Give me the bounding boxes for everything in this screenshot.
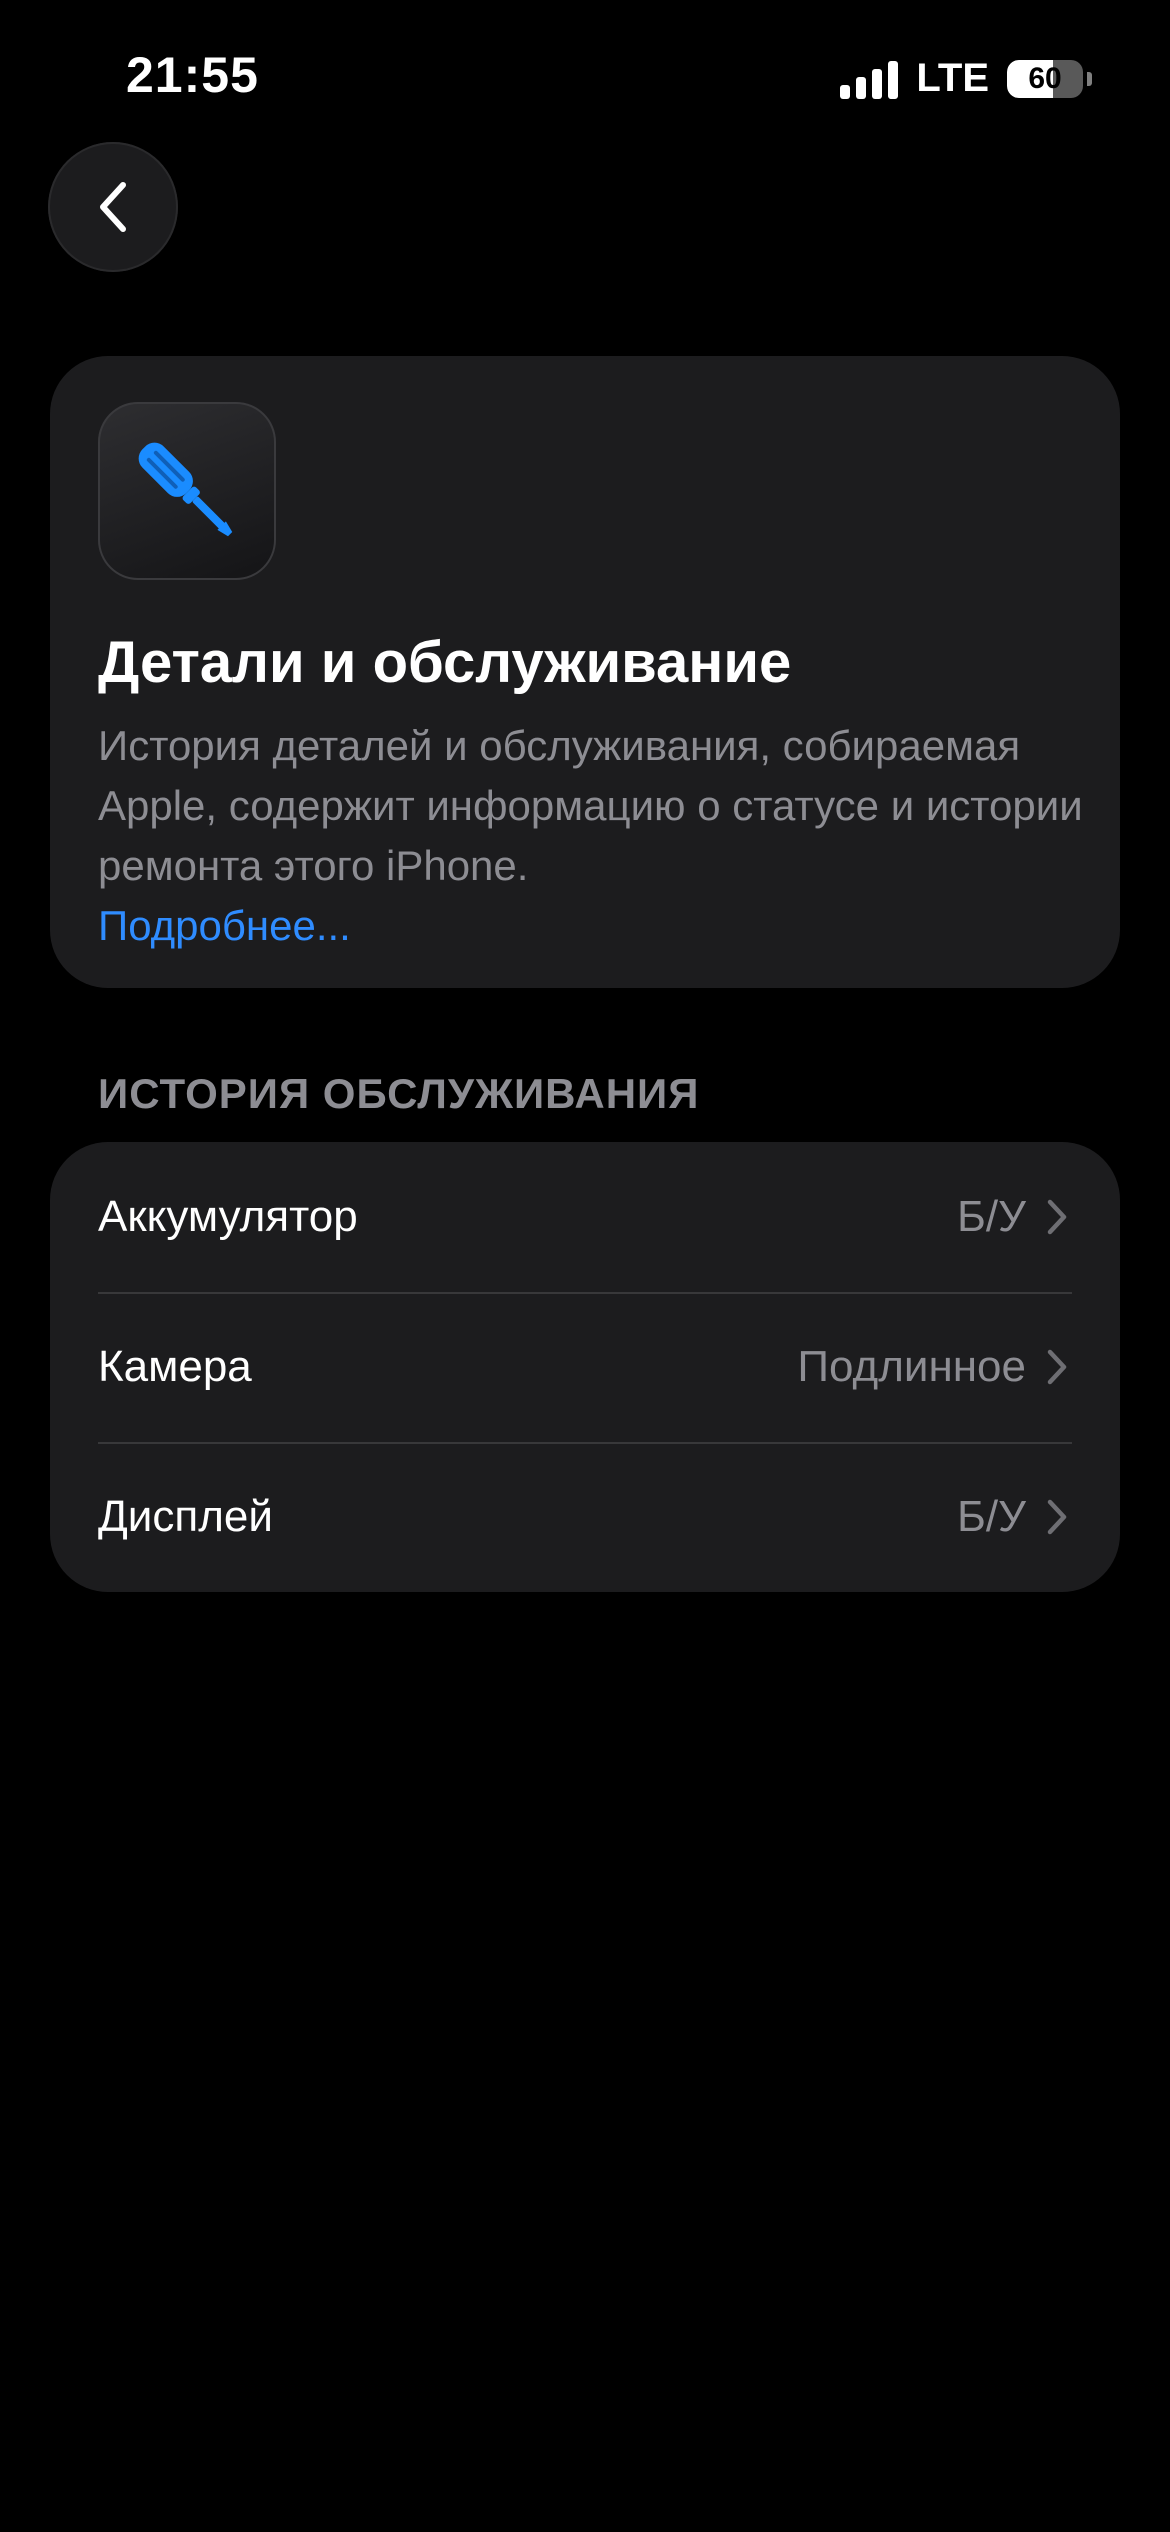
list-item-camera[interactable]: Камера Подлинное: [50, 1292, 1120, 1442]
chevron-right-icon: [1046, 1497, 1072, 1537]
status-bar: 21:55 LTE 60: [0, 0, 1170, 150]
battery-level: 60: [1028, 61, 1062, 95]
status-indicators: LTE 60: [840, 56, 1092, 101]
network-type: LTE: [916, 56, 989, 100]
list-item-battery[interactable]: Аккумулятор Б/У: [50, 1142, 1120, 1292]
row-value: Б/У: [956, 1492, 1026, 1541]
chevron-left-icon: [100, 182, 126, 232]
card-title: Детали и обслуживание: [98, 630, 792, 695]
screwdriver-icon: [138, 442, 233, 537]
parts-service-info-card: Детали и обслуживание История деталей и …: [50, 356, 1120, 988]
back-button[interactable]: [48, 142, 178, 272]
row-label: Камера: [98, 1342, 252, 1391]
battery-icon: 60: [1007, 59, 1083, 98]
app-icon: [98, 402, 276, 580]
list-item-display[interactable]: Дисплей Б/У: [50, 1442, 1120, 1592]
row-label: Дисплей: [98, 1492, 273, 1541]
battery-tip: [1087, 71, 1092, 86]
card-description-text: История деталей и обслуживания, собираем…: [98, 722, 1083, 889]
cellular-signal-icon: [840, 59, 899, 99]
service-history-header: ИСТОРИЯ ОБСЛУЖИВАНИЯ: [98, 1070, 700, 1117]
row-label: Аккумулятор: [98, 1192, 358, 1241]
row-value: Подлинное: [797, 1342, 1026, 1391]
learn-more-link[interactable]: Подробнее...: [98, 896, 1088, 956]
service-history-list: Аккумулятор Б/У Камера Подлинное Дисплей…: [50, 1142, 1120, 1592]
row-value: Б/У: [956, 1192, 1026, 1241]
card-description: История деталей и обслуживания, собираем…: [98, 716, 1088, 956]
chevron-right-icon: [1046, 1197, 1072, 1237]
status-time: 21:55: [126, 47, 259, 103]
chevron-right-icon: [1046, 1347, 1072, 1387]
